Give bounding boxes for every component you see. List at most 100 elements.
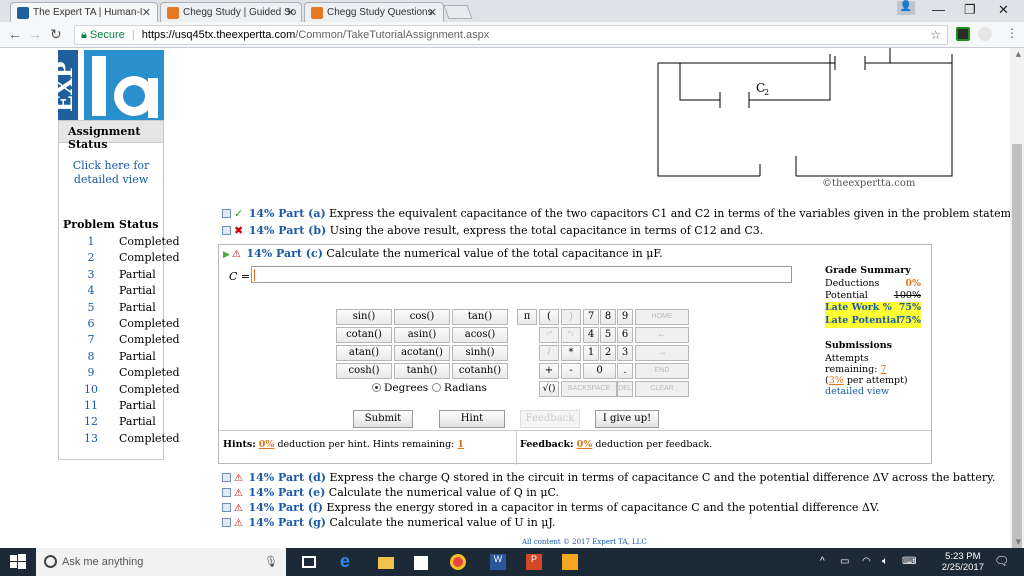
app-icon[interactable] bbox=[562, 554, 578, 570]
problem-number[interactable]: 3 bbox=[63, 268, 119, 281]
problem-row[interactable]: 13 Completed bbox=[63, 432, 193, 448]
problem-row[interactable]: 9 Completed bbox=[63, 366, 193, 382]
key-atan[interactable]: atan() bbox=[336, 345, 392, 361]
key-subscript[interactable]: ^↓ bbox=[561, 327, 581, 343]
problem-row[interactable]: 1 Completed bbox=[63, 235, 193, 251]
key-open-paren[interactable]: ( bbox=[539, 309, 559, 325]
key-5[interactable]: 5 bbox=[600, 327, 616, 343]
extension-icon[interactable] bbox=[978, 27, 992, 41]
key-close-paren[interactable]: ) bbox=[561, 309, 581, 325]
key-divide[interactable]: / bbox=[539, 345, 559, 361]
key-right-arrow[interactable]: → bbox=[635, 345, 689, 361]
problem-number[interactable]: 12 bbox=[63, 415, 119, 428]
problem-row[interactable]: 7 Completed bbox=[63, 333, 193, 349]
problem-row[interactable]: 2 Completed bbox=[63, 251, 193, 267]
task-view-icon[interactable] bbox=[302, 556, 316, 568]
chrome-icon[interactable] bbox=[450, 554, 466, 570]
windows-start-icon[interactable] bbox=[10, 554, 26, 570]
key-tanh[interactable]: tanh() bbox=[394, 363, 450, 379]
key-clear[interactable]: CLEAR bbox=[635, 381, 689, 397]
minimize-button[interactable]: — bbox=[932, 2, 945, 17]
problem-number[interactable]: 13 bbox=[63, 432, 119, 445]
problem-number[interactable]: 10 bbox=[63, 383, 119, 396]
key-cosh[interactable]: cosh() bbox=[336, 363, 392, 379]
problem-row[interactable]: 3 Partial bbox=[63, 268, 193, 284]
key-cotan[interactable]: cotan() bbox=[336, 327, 392, 343]
degrees-radio[interactable]: Degrees bbox=[372, 382, 428, 394]
key-sinh[interactable]: sinh() bbox=[452, 345, 508, 361]
key-end[interactable]: END bbox=[635, 363, 689, 379]
key-superscript[interactable]: ↑^ bbox=[539, 327, 559, 343]
radians-radio[interactable]: Radians bbox=[432, 382, 487, 394]
tab-expert-ta[interactable]: The Expert TA | Human-I ✕ bbox=[10, 2, 158, 22]
key-acotan[interactable]: acotan() bbox=[394, 345, 450, 361]
word-icon[interactable]: W bbox=[490, 554, 506, 570]
new-tab-button[interactable] bbox=[443, 5, 473, 19]
clock[interactable]: 5:23 PM 2/25/2017 bbox=[942, 551, 984, 573]
problem-number[interactable]: 2 bbox=[63, 251, 119, 264]
expand-icon[interactable] bbox=[222, 503, 231, 512]
address-bar[interactable]: 🔒︎ Secure | https://usq45tx.theexpertta.… bbox=[74, 25, 948, 45]
scroll-up-icon[interactable]: ▲ bbox=[1016, 50, 1021, 58]
part-g[interactable]: ⚠ 14% Part (g) Calculate the numerical v… bbox=[222, 516, 555, 529]
part-a[interactable]: ✓ 14% Part (a) Express the equivalent ca… bbox=[222, 207, 1024, 220]
answer-input[interactable] bbox=[251, 266, 792, 283]
battery-icon[interactable]: ▭ bbox=[840, 556, 849, 567]
problem-number[interactable]: 9 bbox=[63, 366, 119, 379]
key-4[interactable]: 4 bbox=[583, 327, 599, 343]
scrollbar[interactable]: ▲ ▼ bbox=[1010, 48, 1024, 548]
close-icon[interactable]: ✕ bbox=[142, 6, 151, 19]
keyboard-icon[interactable]: ⌨ bbox=[902, 556, 916, 567]
forward-icon[interactable]: → bbox=[28, 26, 42, 42]
part-b[interactable]: ✖ 14% Part (b) Using the above result, e… bbox=[222, 224, 763, 237]
key-decimal[interactable]: . bbox=[617, 363, 633, 379]
scrollbar-thumb[interactable] bbox=[1012, 144, 1022, 548]
expand-icon[interactable] bbox=[222, 518, 231, 527]
taskbar-search-box[interactable]: Ask me anything 🎙︎ bbox=[36, 548, 286, 576]
wifi-icon[interactable]: ◠ bbox=[862, 556, 871, 567]
problem-number[interactable]: 1 bbox=[63, 235, 119, 248]
key-left-arrow[interactable]: ← bbox=[635, 327, 689, 343]
key-cotanh[interactable]: cotanh() bbox=[452, 363, 508, 379]
part-f[interactable]: ⚠ 14% Part (f) Express the energy stored… bbox=[222, 501, 879, 514]
extension-icon[interactable] bbox=[956, 27, 970, 41]
key-6[interactable]: 6 bbox=[617, 327, 633, 343]
scroll-down-icon[interactable]: ▼ bbox=[1016, 538, 1021, 546]
key-2[interactable]: 2 bbox=[600, 345, 616, 361]
profile-icon[interactable]: 👤 bbox=[897, 1, 915, 15]
problem-number[interactable]: 11 bbox=[63, 399, 119, 412]
menu-kebab-icon[interactable]: ⋮ bbox=[1006, 26, 1018, 40]
problem-number[interactable]: 8 bbox=[63, 350, 119, 363]
problem-row[interactable]: 8 Partial bbox=[63, 350, 193, 366]
key-cos[interactable]: cos() bbox=[394, 309, 450, 325]
back-icon[interactable]: ← bbox=[8, 26, 22, 42]
problem-row[interactable]: 10 Completed bbox=[63, 383, 193, 399]
key-multiply[interactable]: * bbox=[561, 345, 581, 361]
feedback-button[interactable]: Feedback bbox=[520, 410, 580, 428]
tab-chegg-guided[interactable]: Chegg Study | Guided So ✕ bbox=[160, 2, 302, 22]
volume-icon[interactable]: 🔈︎ bbox=[882, 556, 888, 567]
give-up-button[interactable]: I give up! bbox=[595, 410, 659, 428]
problem-number[interactable]: 4 bbox=[63, 284, 119, 297]
reload-icon[interactable]: ↻ bbox=[50, 26, 62, 43]
problem-number[interactable]: 5 bbox=[63, 301, 119, 314]
key-pi[interactable]: π bbox=[517, 309, 537, 325]
maximize-button[interactable]: ❐ bbox=[964, 2, 976, 18]
problem-row[interactable]: 5 Partial bbox=[63, 301, 193, 317]
key-tan[interactable]: tan() bbox=[452, 309, 508, 325]
key-home[interactable]: HOME bbox=[635, 309, 689, 325]
detailed-view-link[interactable]: detailed view bbox=[825, 386, 921, 397]
key-acos[interactable]: acos() bbox=[452, 327, 508, 343]
problem-row[interactable]: 6 Completed bbox=[63, 317, 193, 333]
part-d[interactable]: ⚠ 14% Part (d) Express the charge Q stor… bbox=[222, 471, 995, 484]
key-8[interactable]: 8 bbox=[600, 309, 616, 325]
submit-button[interactable]: Submit bbox=[353, 410, 413, 428]
key-9[interactable]: 9 bbox=[617, 309, 633, 325]
edge-browser-icon[interactable]: e bbox=[340, 551, 356, 571]
problem-number[interactable]: 6 bbox=[63, 317, 119, 330]
key-3[interactable]: 3 bbox=[617, 345, 633, 361]
close-window-button[interactable]: ✕ bbox=[998, 2, 1009, 18]
tray-chevron-icon[interactable]: ^ bbox=[820, 556, 825, 567]
key-7[interactable]: 7 bbox=[583, 309, 599, 325]
powerpoint-icon[interactable]: P bbox=[526, 554, 542, 570]
